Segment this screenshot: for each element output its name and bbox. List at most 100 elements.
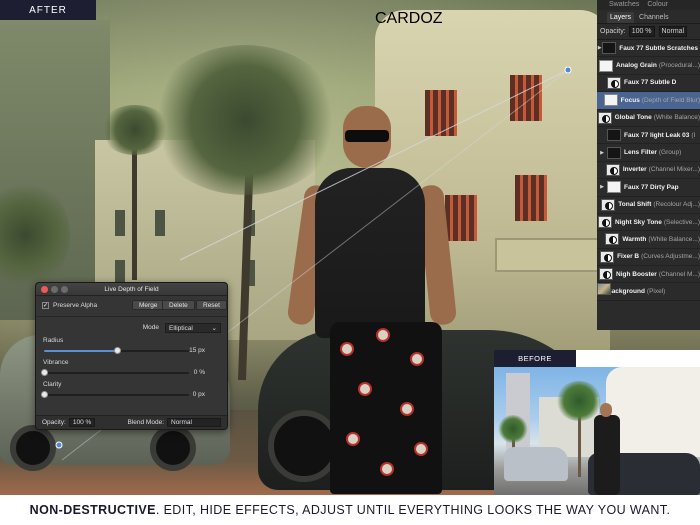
mode-select[interactable]: Elliptical ⌄ [165,322,221,333]
layer-type: (Group) [658,149,682,157]
car [504,447,568,481]
layer-thumbnail [607,146,621,159]
caption-strong: NON-DESTRUCTIVE [29,503,156,517]
layer-type: (Depth of Field Blur) [641,96,700,104]
clarity-slider[interactable] [41,391,189,398]
before-photo [494,367,700,495]
layer-row[interactable]: Faux 77 light Leak 03 (I [597,127,700,145]
opacity-label: Opacity: [42,419,66,426]
layer-thumbnail [597,111,612,124]
blend-mode-select[interactable]: Normal [167,418,221,427]
layer-type: (Curves Adjustme...) [641,253,700,261]
man [594,415,620,495]
layer-type: (Pixel) [646,288,666,296]
layer-name: Night Sky Tone [615,218,662,226]
building [606,367,700,457]
reset-button[interactable]: Reset [196,300,227,310]
tab-swatches[interactable]: Swatches [609,1,639,8]
layer-type: (White Balance...) [648,235,700,243]
layer-thumbnail [600,250,615,263]
radius-slider[interactable] [44,347,189,354]
layer-name: Lens Filter [624,149,657,157]
vibrance-value[interactable]: 0 % [194,369,205,376]
layer-thumbnail [603,94,618,107]
panel-tabs: Layers Channels [597,10,700,24]
layer-thumbnail [599,268,613,281]
opacity-field[interactable]: 100 % [68,418,96,427]
radius-label: Radius [43,337,64,344]
mode-value: Elliptical [169,324,193,332]
caption: NON-DESTRUCTIVE . EDIT, HIDE EFFECTS, AD… [0,495,700,525]
dialog-title: Live Depth of Field [104,286,159,293]
layer-type: (White Balance) [653,114,700,122]
live-depth-of-field-dialog: Live Depth of Field ✓ Preserve Alpha Mer… [35,282,228,430]
tab-layers[interactable]: Layers [607,12,635,23]
preserve-alpha-checkbox[interactable]: ✓ [42,302,49,309]
clarity-value[interactable]: 0 px [193,391,205,398]
layers-panel: Swatches Colour Layers Channels Opacity:… [597,0,700,330]
focus-handle[interactable] [564,66,572,74]
focus-handle[interactable] [55,441,63,449]
layer-type: (Channel M...) [658,270,700,278]
layer-row[interactable]: Analog Grain (Procedural...) [597,57,700,75]
minimize-icon[interactable] [51,286,58,293]
expand-arrow-icon[interactable]: ▶ [597,184,607,190]
layer-row[interactable]: Focus (Depth of Field Blur) [597,92,700,110]
expand-arrow-icon[interactable]: ▶ [597,150,607,156]
radius-value[interactable]: 15 px [189,347,205,354]
preserve-alpha-label: Preserve Alpha [53,302,98,309]
layer-thumbnail [607,76,621,89]
layer-name: Focus [620,96,640,104]
layer-thumbnail [607,129,621,142]
layer-thumbnail [607,181,621,194]
before-inset: BEFORE [494,350,700,495]
layer-row[interactable]: ▶ Faux 77 Subtle Scratches [597,40,700,58]
vibrance-slider[interactable] [41,369,189,376]
layer-row[interactable]: Tonal Shift (Recolour Adj...) [597,197,700,214]
radius-slider-fill [44,350,117,352]
layer-name: Fixer B [617,253,640,261]
mode-row: Mode Elliptical ⌄ [36,322,221,333]
layer-name: Analog Grain [616,62,657,70]
dialog-footer: Opacity: 100 % Blend Mode: Normal [36,415,227,429]
tab-channels[interactable]: Channels [636,12,672,23]
clarity-slider-knob[interactable] [41,391,48,398]
focus-guide-line [179,69,569,261]
layer-thumbnail [599,59,613,72]
layer-row[interactable]: Background (Pixel) [597,283,700,301]
layer-type: (I [691,131,696,139]
tab-colour[interactable]: Colour [647,1,668,8]
caption-text: . EDIT, HIDE EFFECTS, ADJUST UNTIL EVERY… [155,503,671,517]
opacity-field[interactable]: 100 % [628,26,655,37]
layer-row[interactable]: Nigh Booster (Channel M...) [597,266,700,284]
after-label: AFTER [0,0,96,20]
layer-row[interactable]: Fixer B (Curves Adjustme...) [597,249,700,267]
layer-row[interactable]: ▶ Lens Filter (Group) [597,144,700,162]
layer-row[interactable]: Night Sky Tone (Selective...) [597,214,700,232]
layer-list: ▶ Faux 77 Subtle Scratches Analog Grain (Pr… [597,40,700,301]
dialog-titlebar[interactable]: Live Depth of Field [36,283,227,296]
layer-row[interactable]: Inverter (Channel Mixer...) [597,162,700,180]
layer-thumbnail [601,198,616,211]
layer-name: Faux 77 Dirty Pap [624,183,679,191]
layer-row[interactable]: Global Tone (White Balance) [597,110,700,127]
layer-thumbnail [605,233,620,246]
layer-thumbnail [602,42,617,55]
layer-row[interactable]: ▶ Faux 77 Dirty Pap [597,179,700,197]
blend-mode-select[interactable]: Normal [658,26,688,37]
merge-button[interactable]: Merge [132,300,165,310]
delete-button[interactable]: Delete [162,300,195,310]
zoom-icon[interactable] [61,286,68,293]
layer-thumbnail [605,163,620,176]
vibrance-slider-knob[interactable] [41,369,48,376]
vibrance-label: Vibrance [43,359,69,366]
radius-slider-knob[interactable] [113,347,121,354]
layer-row[interactable]: Warmth (White Balance...) [597,231,700,249]
layer-name: Global Tone [614,114,652,122]
panel-top-tabs: Swatches Colour [597,0,700,10]
close-icon[interactable] [41,286,48,293]
divider [36,316,227,317]
layer-row[interactable]: Faux 77 Subtle D [597,75,700,93]
layer-type: (Recolour Adj...) [653,201,700,209]
chevron-down-icon: ⌄ [211,324,217,332]
